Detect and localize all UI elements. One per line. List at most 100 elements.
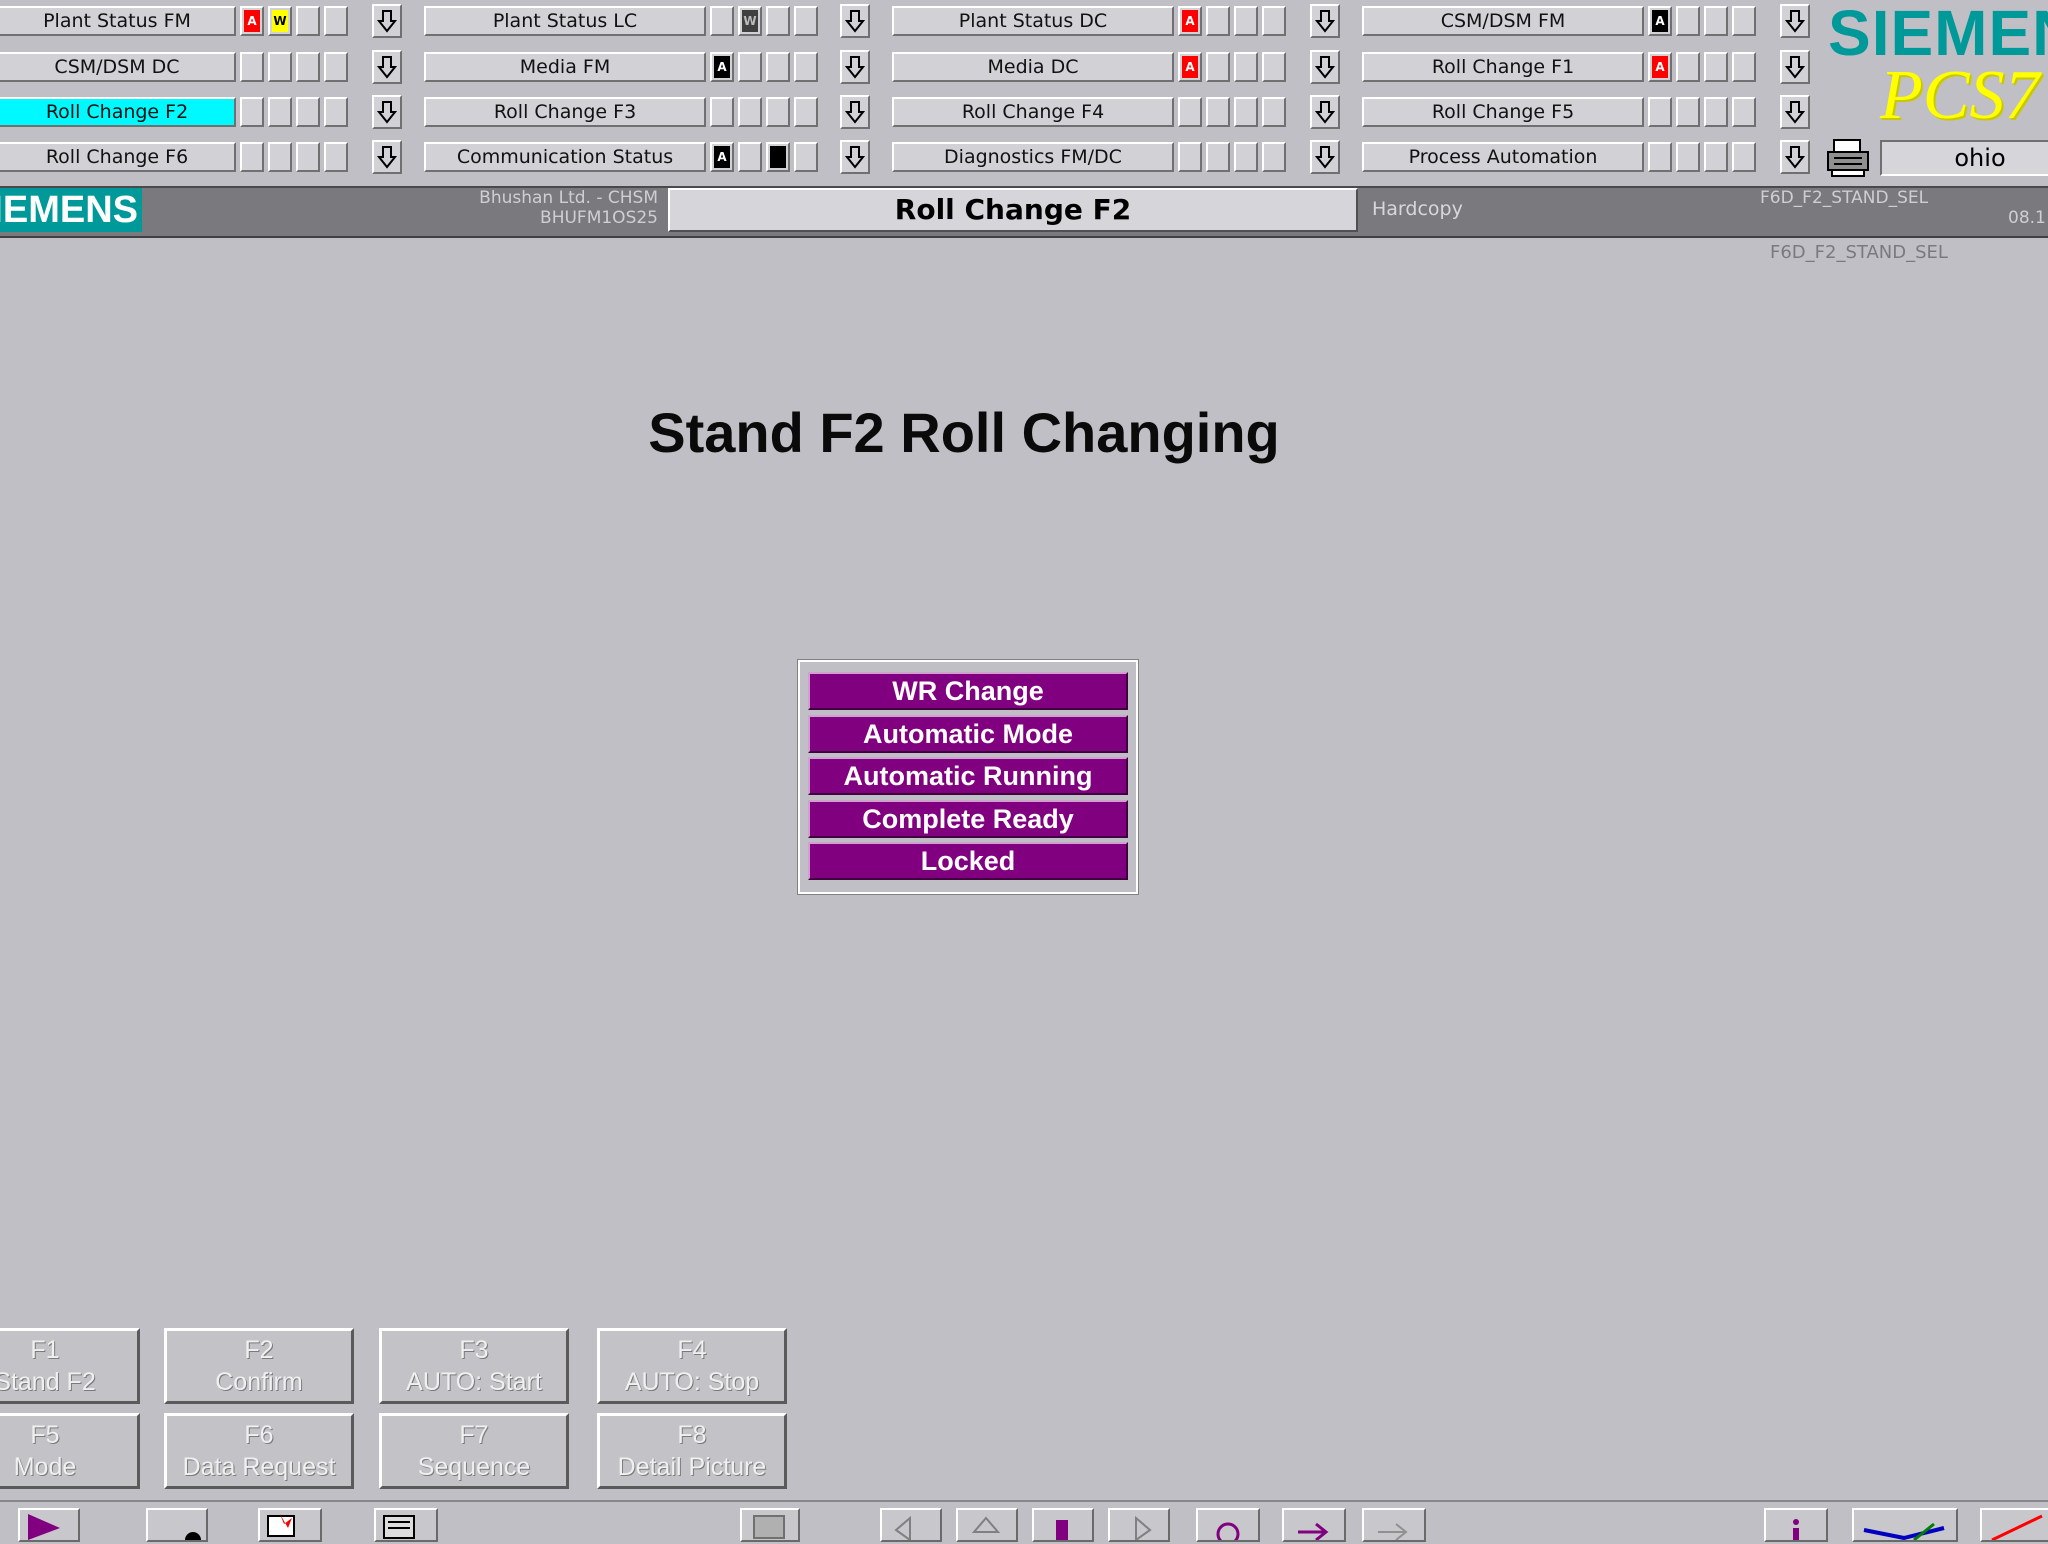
printer-icon[interactable] <box>1826 138 1870 178</box>
status-indicator <box>1648 142 1672 172</box>
status-wr-change[interactable]: WR Change <box>808 672 1128 710</box>
status-indicator <box>794 142 818 172</box>
alarm-flash-icon[interactable] <box>258 1508 322 1542</box>
arrow-down-icon[interactable] <box>1310 4 1340 38</box>
arrow-down-icon[interactable] <box>372 95 402 129</box>
arrow-down-icon[interactable] <box>1780 95 1810 129</box>
status-indicator <box>1262 52 1286 82</box>
fkey-f2-button[interactable]: F2 Confirm <box>164 1328 354 1404</box>
arrow-right-icon[interactable] <box>1108 1508 1170 1542</box>
fkey-f8-button[interactable]: F8 Detail Picture <box>597 1413 787 1489</box>
status-indicator <box>324 142 348 172</box>
arrow-down-icon[interactable] <box>1310 140 1340 174</box>
arrow-down-icon[interactable] <box>1310 95 1340 129</box>
loop-icon[interactable] <box>1196 1508 1260 1544</box>
status-indicator <box>766 6 790 36</box>
arrow-down-icon[interactable] <box>1780 4 1810 38</box>
arrow-down-icon[interactable] <box>372 4 402 38</box>
status-locked[interactable]: Locked <box>808 842 1128 880</box>
nav-communication-status[interactable]: Communication Status <box>424 142 706 172</box>
status-indicator <box>1676 52 1700 82</box>
fkey-label: Stand F2 <box>0 1368 96 1396</box>
status-indicator <box>296 97 320 127</box>
nav-diagnostics-fm-dc[interactable]: Diagnostics FM/DC <box>892 142 1174 172</box>
screen-icon[interactable] <box>740 1508 800 1542</box>
status-indicator <box>1648 97 1672 127</box>
status-indicator <box>1732 142 1756 172</box>
status-indicator <box>296 6 320 36</box>
arrow-down-icon[interactable] <box>840 4 870 38</box>
fkey-number: F7 <box>459 1421 489 1449</box>
status-automatic-mode[interactable]: Automatic Mode <box>808 715 1128 753</box>
play-icon[interactable] <box>18 1508 80 1542</box>
arrow-down-icon[interactable] <box>840 50 870 84</box>
status-indicator <box>738 52 762 82</box>
nav-roll-change-f6[interactable]: Roll Change F6 <box>0 142 236 172</box>
nav-roll-change-f1[interactable]: Roll Change F1 <box>1362 52 1644 82</box>
next-icon[interactable] <box>1362 1508 1426 1542</box>
status-indicator <box>268 142 292 172</box>
nav-plant-status-fm[interactable]: Plant Status FM <box>0 6 236 36</box>
hardcopy-label[interactable]: Hardcopy <box>1372 198 1463 220</box>
stop-icon[interactable] <box>1032 1508 1094 1542</box>
status-indicator <box>1676 97 1700 127</box>
picture-title: Roll Change F2 <box>668 188 1358 232</box>
arrow-up-icon[interactable] <box>956 1508 1018 1542</box>
status-indicator <box>1262 142 1286 172</box>
nav-roll-change-f4[interactable]: Roll Change F4 <box>892 97 1174 127</box>
keyboard-icon[interactable] <box>374 1508 438 1542</box>
fkey-f4-button[interactable]: F4 AUTO: Stop <box>597 1328 787 1404</box>
nav-roll-change-f5[interactable]: Roll Change F5 <box>1362 97 1644 127</box>
alarm-indicator: A <box>710 52 734 82</box>
record-icon[interactable] <box>146 1508 208 1544</box>
status-indicator <box>1206 142 1230 172</box>
nav-csm-dsm-dc[interactable]: CSM/DSM DC <box>0 52 236 82</box>
fkey-number: F4 <box>677 1336 707 1364</box>
warning-indicator: W <box>268 6 292 36</box>
status-indicator <box>738 142 762 172</box>
fkey-label: AUTO: Stop <box>624 1368 760 1396</box>
status-indicator <box>296 142 320 172</box>
user-field: ohio <box>1880 140 2048 176</box>
arrow-down-icon[interactable] <box>372 140 402 174</box>
nav-csm-dsm-fm[interactable]: CSM/DSM FM <box>1362 6 1644 36</box>
nav-plant-status-dc[interactable]: Plant Status DC <box>892 6 1174 36</box>
forward-icon[interactable] <box>1282 1508 1346 1542</box>
fkey-f6-button[interactable]: F6 Data Request <box>164 1413 354 1489</box>
arrow-down-icon[interactable] <box>840 140 870 174</box>
arrow-down-icon[interactable] <box>1780 140 1810 174</box>
status-indicator <box>1676 142 1700 172</box>
fkey-f5-button[interactable]: F5 Mode <box>0 1413 140 1489</box>
warning-indicator: W <box>738 6 762 36</box>
status-indicator <box>794 52 818 82</box>
arrow-down-icon[interactable] <box>1780 50 1810 84</box>
arrow-down-icon[interactable] <box>1310 50 1340 84</box>
alarm-indicator: A <box>1178 6 1202 36</box>
status-indicator <box>1262 6 1286 36</box>
arrow-down-icon[interactable] <box>372 50 402 84</box>
arrow-left-icon[interactable] <box>880 1508 942 1542</box>
nav-process-automation[interactable]: Process Automation <box>1362 142 1644 172</box>
status-indicator <box>324 6 348 36</box>
fkey-number: F3 <box>459 1336 489 1364</box>
status-automatic-running[interactable]: Automatic Running <box>808 757 1128 795</box>
nav-media-fm[interactable]: Media FM <box>424 52 706 82</box>
status-complete-ready[interactable]: Complete Ready <box>808 800 1128 838</box>
status-indicator <box>1178 142 1202 172</box>
nav-plant-status-lc[interactable]: Plant Status LC <box>424 6 706 36</box>
fkey-f3-button[interactable]: F3 AUTO: Start <box>379 1328 569 1404</box>
trend-icon[interactable] <box>1852 1508 1958 1542</box>
status-indicator <box>1262 97 1286 127</box>
nav-roll-change-f2[interactable]: Roll Change F2 <box>0 97 236 127</box>
status-indicator <box>710 97 734 127</box>
arrow-down-icon[interactable] <box>840 95 870 129</box>
fkey-label: Confirm <box>215 1368 303 1396</box>
nav-roll-change-f3[interactable]: Roll Change F3 <box>424 97 706 127</box>
info-icon[interactable] <box>1764 1508 1828 1542</box>
fkey-f7-button[interactable]: F7 Sequence <box>379 1413 569 1489</box>
status-indicator <box>240 52 264 82</box>
fkey-f1-button[interactable]: F1 Stand F2 <box>0 1328 140 1404</box>
nav-media-dc[interactable]: Media DC <box>892 52 1174 82</box>
status-indicator <box>1206 52 1230 82</box>
exit-icon[interactable] <box>1980 1508 2048 1542</box>
